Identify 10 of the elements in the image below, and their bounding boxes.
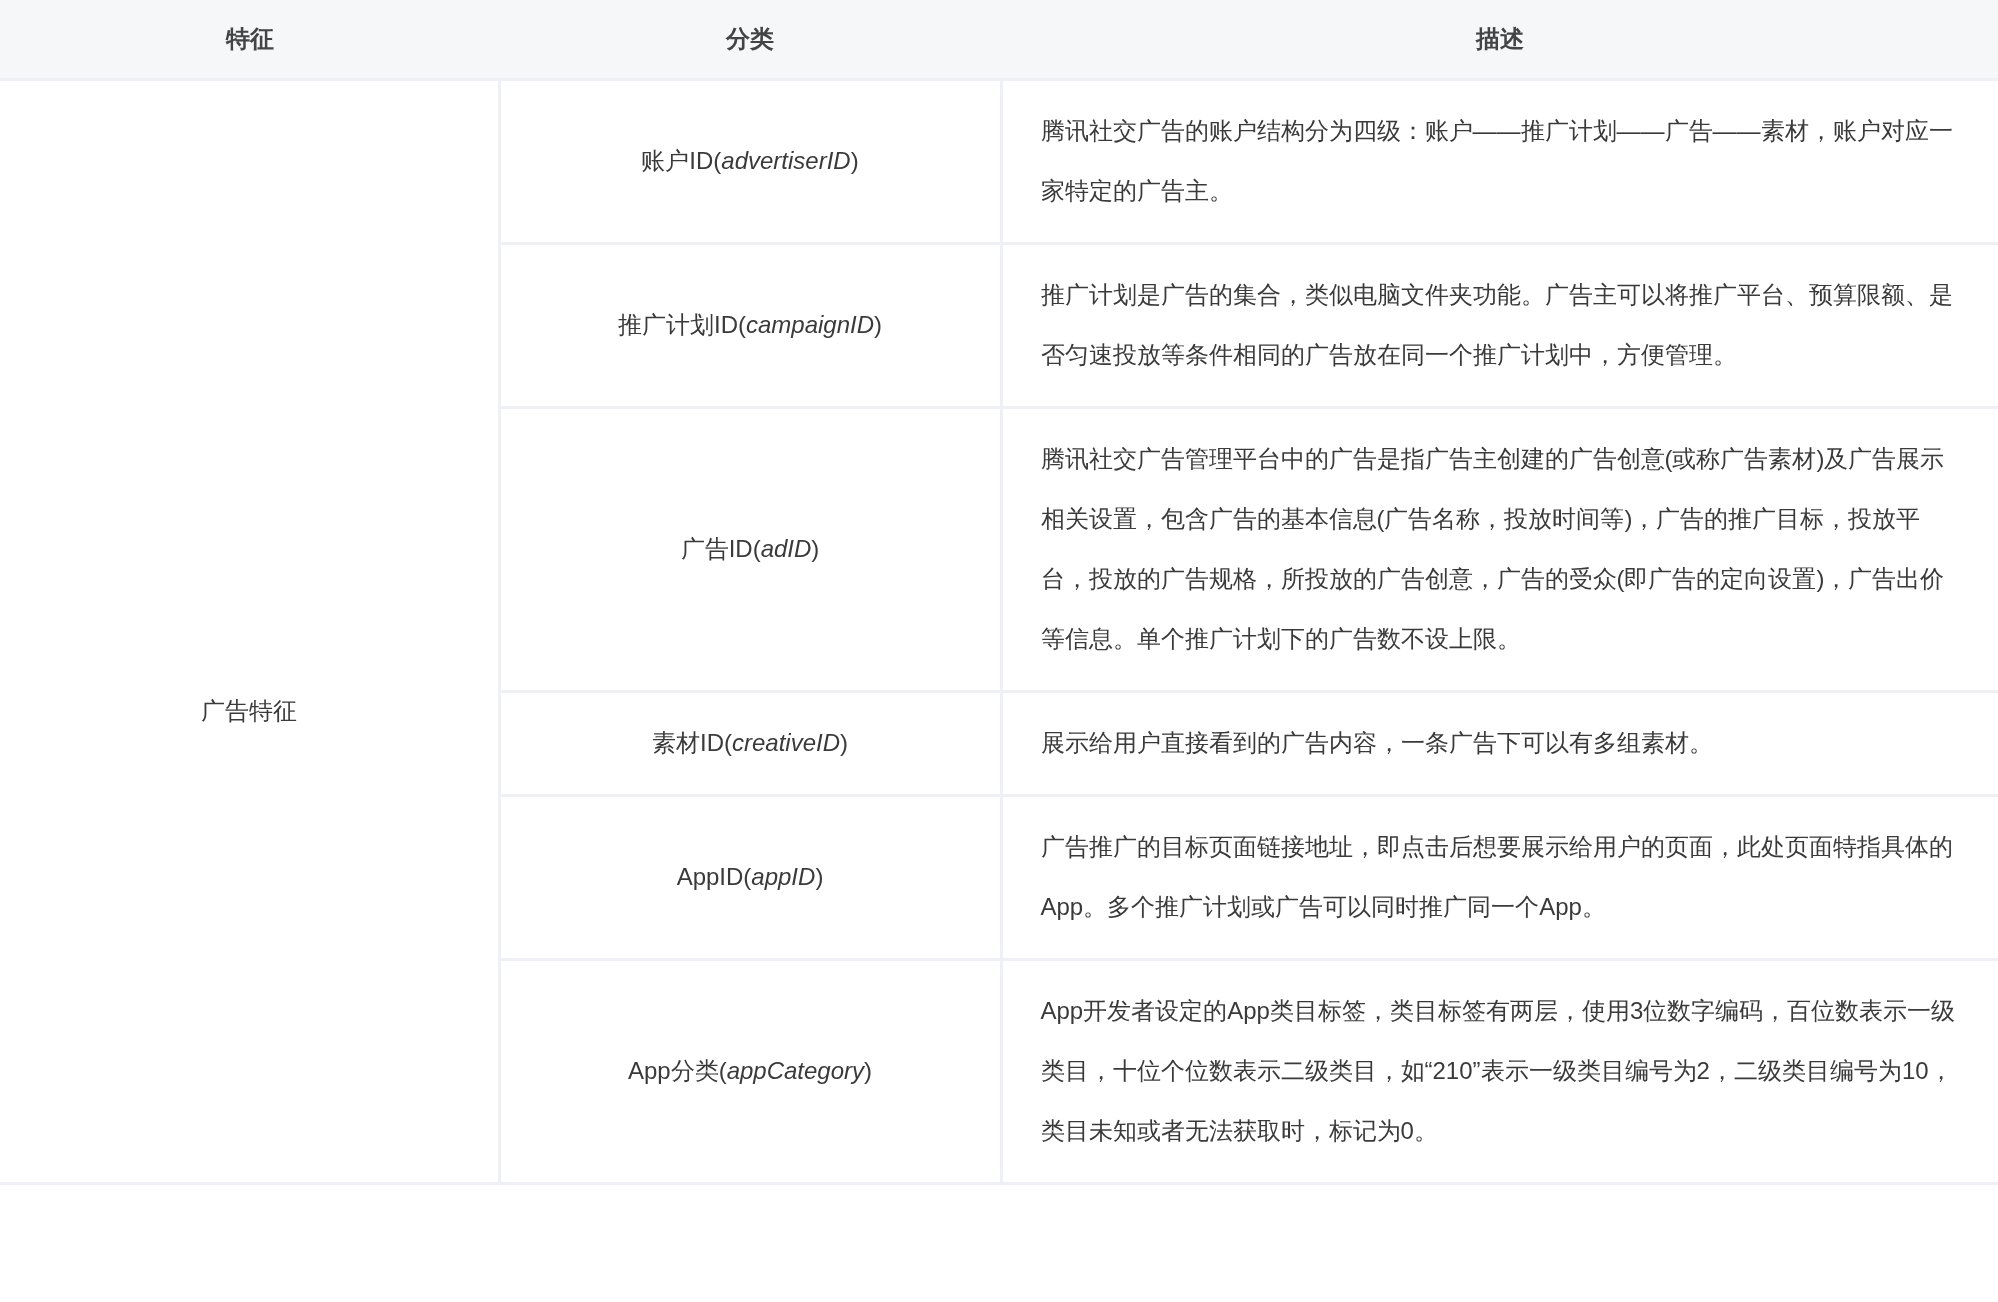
table-cell: AppID(appID) [499,795,1001,960]
column-header: 描述 [1001,0,1998,80]
table-cell: 素材ID(creativeID) [499,691,1001,796]
table-cell: 广告ID(adID) [499,407,1001,692]
table-cell: 账户ID(advertiserID) [499,79,1001,244]
table-cell: 广告特征 [0,79,499,1184]
table-cell: 推广计划ID(campaignID) [499,243,1001,408]
table-cell: App分类(appCategory) [499,959,1001,1184]
column-header: 分类 [499,0,1001,80]
column-header: 特征 [0,0,499,80]
